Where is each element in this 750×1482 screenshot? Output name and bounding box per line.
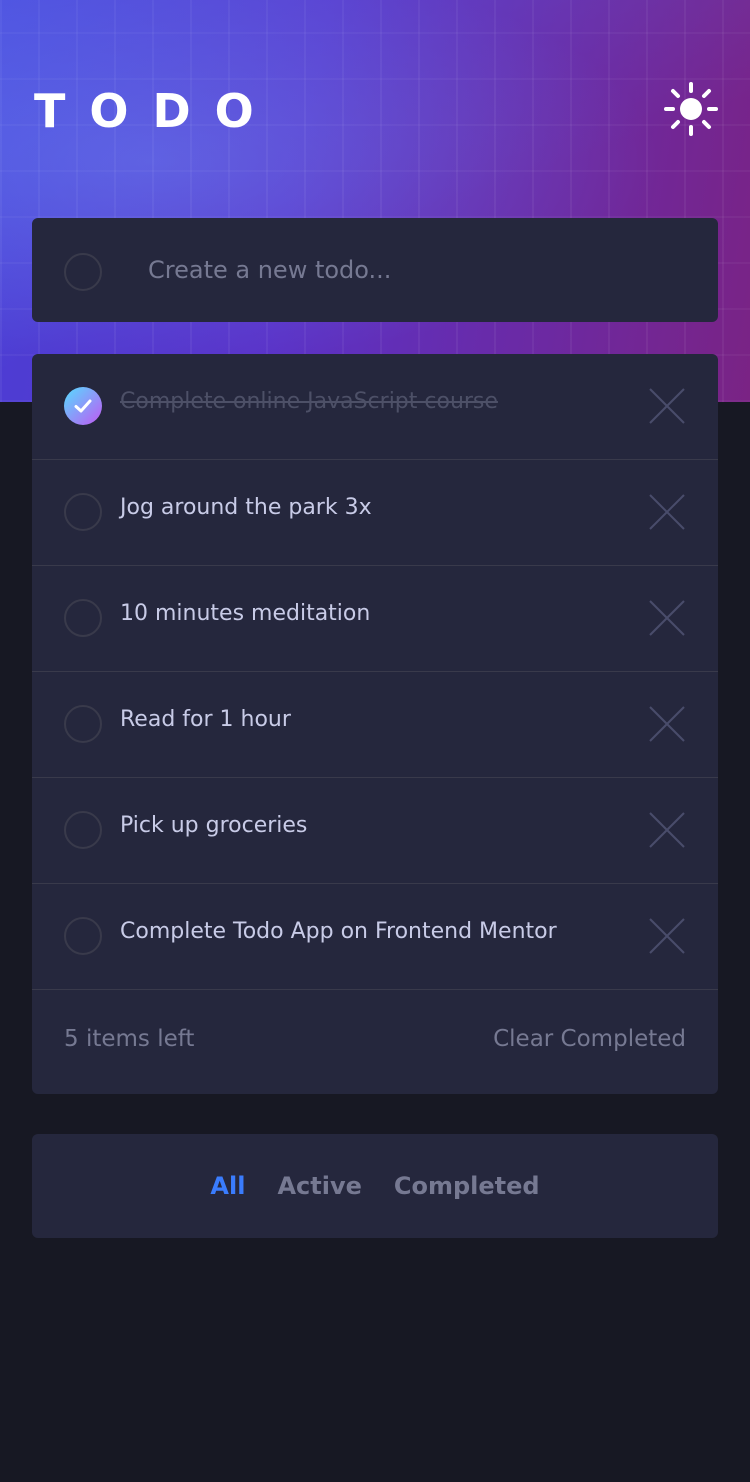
theme-toggle-button[interactable] (664, 82, 718, 136)
close-icon (649, 494, 685, 530)
todo-list: Complete online JavaScript course Jog ar… (32, 354, 718, 1094)
sun-icon (664, 82, 718, 136)
delete-button[interactable] (648, 917, 686, 955)
todo-label: Jog around the park 3x (120, 495, 372, 520)
delete-button[interactable] (648, 387, 686, 425)
todo-item[interactable]: Pick up groceries (32, 778, 718, 884)
list-footer: 5 items left Clear Completed (32, 990, 718, 1094)
todo-checkbox[interactable] (64, 493, 102, 531)
todo-checkbox[interactable] (64, 917, 102, 955)
delete-button[interactable] (648, 599, 686, 637)
filter-bar: All Active Completed (32, 1134, 718, 1238)
todo-item[interactable]: Jog around the park 3x (32, 460, 718, 566)
close-icon (649, 918, 685, 954)
delete-button[interactable] (648, 811, 686, 849)
filter-all[interactable]: All (210, 1172, 245, 1200)
items-left-count: 5 items left (64, 1026, 195, 1052)
todo-checkbox[interactable] (64, 705, 102, 743)
close-icon (649, 388, 685, 424)
new-todo-card (32, 218, 718, 322)
delete-button[interactable] (648, 705, 686, 743)
todo-label: 10 minutes meditation (120, 601, 371, 626)
delete-button[interactable] (648, 493, 686, 531)
new-todo-input[interactable] (148, 248, 668, 292)
close-icon (649, 706, 685, 742)
todo-item[interactable]: Read for 1 hour (32, 672, 718, 778)
todo-item[interactable]: Complete online JavaScript course (32, 354, 718, 460)
filter-active[interactable]: Active (277, 1172, 361, 1200)
close-icon (649, 812, 685, 848)
todo-checkbox[interactable] (64, 387, 102, 425)
todo-label: Complete Todo App on Frontend Mentor (120, 919, 557, 944)
check-icon (74, 399, 92, 413)
filter-completed[interactable]: Completed (394, 1172, 540, 1200)
todo-label: Pick up groceries (120, 813, 308, 838)
clear-completed-button[interactable]: Clear Completed (493, 1026, 686, 1052)
todo-checkbox[interactable] (64, 811, 102, 849)
header-background (0, 0, 750, 402)
new-todo-circle[interactable] (64, 253, 102, 291)
todo-checkbox[interactable] (64, 599, 102, 637)
todo-item[interactable]: 10 minutes meditation (32, 566, 718, 672)
todo-label: Complete online JavaScript course (120, 389, 498, 414)
close-icon (649, 600, 685, 636)
app-title: TODO (34, 84, 278, 138)
todo-label: Read for 1 hour (120, 707, 291, 732)
todo-item[interactable]: Complete Todo App on Frontend Mentor (32, 884, 718, 990)
